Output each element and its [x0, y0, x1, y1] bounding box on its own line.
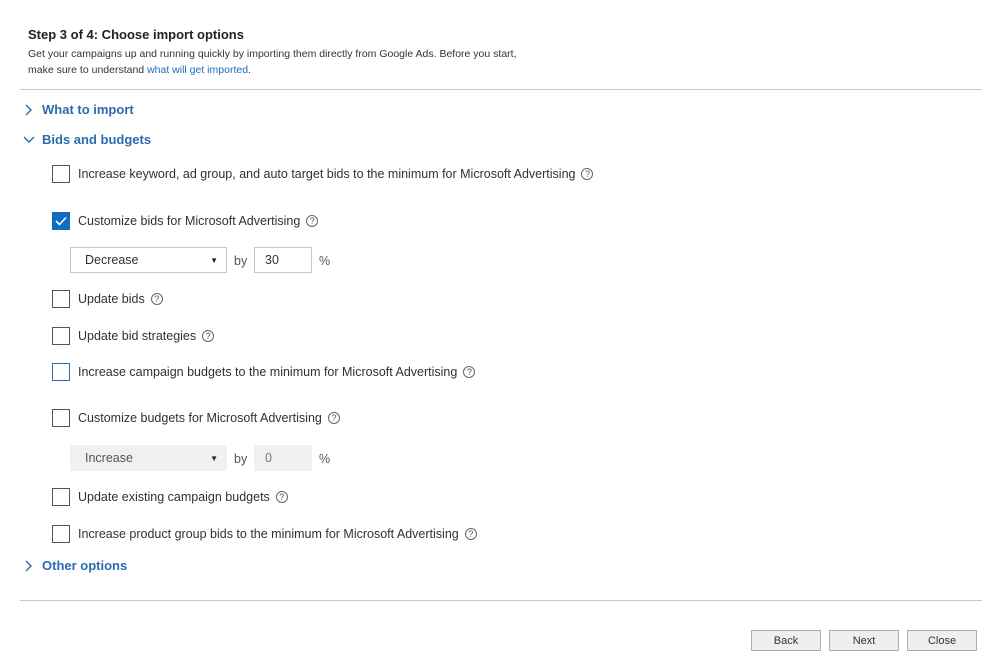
customize-budgets-checkbox[interactable]: [52, 409, 70, 427]
page-description: Get your campaigns up and running quickl…: [28, 46, 588, 78]
update-existing-budgets-checkbox[interactable]: [52, 488, 70, 506]
budget-percent-input[interactable]: 0: [254, 445, 312, 471]
chevron-down-icon: [22, 133, 36, 147]
increase-product-group-bids-checkbox[interactable]: [52, 525, 70, 543]
bid-direction-select[interactable]: Decrease ▼: [70, 247, 227, 273]
update-bids-checkbox[interactable]: [52, 290, 70, 308]
chevron-right-icon: [22, 559, 36, 573]
percent-unit: %: [319, 452, 331, 466]
question-circle-icon[interactable]: ?: [581, 168, 594, 180]
option-label: Update existing campaign budgets: [78, 490, 270, 504]
budget-direction-select[interactable]: Increase ▼: [70, 445, 227, 471]
chevron-right-icon: [22, 103, 36, 117]
option-update-existing-budgets: Update existing campaign budgets ?: [52, 488, 288, 506]
checkmark-icon: [55, 216, 67, 226]
option-increase-bids-minimum: Increase keyword, ad group, and auto tar…: [52, 165, 594, 183]
increase-bids-minimum-checkbox[interactable]: [52, 165, 70, 183]
section-what-to-import[interactable]: What to import: [22, 102, 134, 117]
by-label: by: [234, 452, 248, 466]
bottom-divider: [20, 600, 982, 601]
page-title: Step 3 of 4: Choose import options: [28, 27, 244, 42]
top-divider: [20, 89, 982, 90]
next-button[interactable]: Next: [829, 630, 899, 651]
option-label: Increase campaign budgets to the minimum…: [78, 365, 458, 379]
increase-budgets-minimum-checkbox[interactable]: [52, 363, 70, 381]
description-line-2-suffix: .: [248, 64, 251, 76]
what-will-get-imported-link[interactable]: what will get imported: [147, 64, 248, 76]
customize-bids-checkbox[interactable]: [52, 212, 70, 230]
selected-value: Increase: [85, 451, 133, 465]
section-other-options[interactable]: Other options: [22, 558, 127, 573]
option-label: Customize budgets for Microsoft Advertis…: [78, 411, 322, 425]
question-circle-icon[interactable]: ?: [202, 330, 215, 342]
option-label: Update bid strategies: [78, 329, 197, 343]
description-line-2-prefix: make sure to understand: [28, 64, 148, 76]
option-label: Increase product group bids to the minim…: [78, 527, 459, 541]
option-customize-budgets: Customize budgets for Microsoft Advertis…: [52, 409, 340, 427]
section-label: Bids and budgets: [42, 132, 152, 147]
back-button[interactable]: Back: [751, 630, 821, 651]
section-label: Other options: [42, 558, 128, 573]
question-circle-icon[interactable]: ?: [327, 412, 340, 424]
option-label: Customize bids for Microsoft Advertising: [78, 214, 301, 228]
option-increase-product-group-bids: Increase product group bids to the minim…: [52, 525, 477, 543]
by-label: by: [234, 254, 248, 268]
question-circle-icon[interactable]: ?: [464, 528, 477, 540]
section-bids-and-budgets[interactable]: Bids and budgets: [22, 132, 151, 147]
close-button[interactable]: Close: [907, 630, 977, 651]
caret-down-icon: ▼: [210, 453, 218, 463]
caret-down-icon: ▼: [210, 255, 218, 265]
option-increase-budgets-minimum: Increase campaign budgets to the minimum…: [52, 363, 476, 381]
question-circle-icon[interactable]: ?: [150, 293, 163, 305]
section-label: What to import: [42, 102, 134, 117]
question-circle-icon[interactable]: ?: [463, 366, 476, 378]
percent-unit: %: [319, 254, 331, 268]
question-circle-icon[interactable]: ?: [306, 215, 319, 227]
option-update-bid-strategies: Update bid strategies ?: [52, 327, 215, 345]
selected-value: Decrease: [85, 253, 139, 267]
option-update-bids: Update bids ?: [52, 290, 163, 308]
option-customize-bids: Customize bids for Microsoft Advertising…: [52, 212, 319, 230]
option-label: Increase keyword, ad group, and auto tar…: [78, 167, 576, 181]
bid-percent-input[interactable]: 30: [254, 247, 312, 273]
description-line-1: Get your campaigns up and running quickl…: [28, 48, 517, 60]
question-circle-icon[interactable]: ?: [275, 491, 288, 503]
option-label: Update bids: [78, 292, 145, 306]
update-bid-strategies-checkbox[interactable]: [52, 327, 70, 345]
